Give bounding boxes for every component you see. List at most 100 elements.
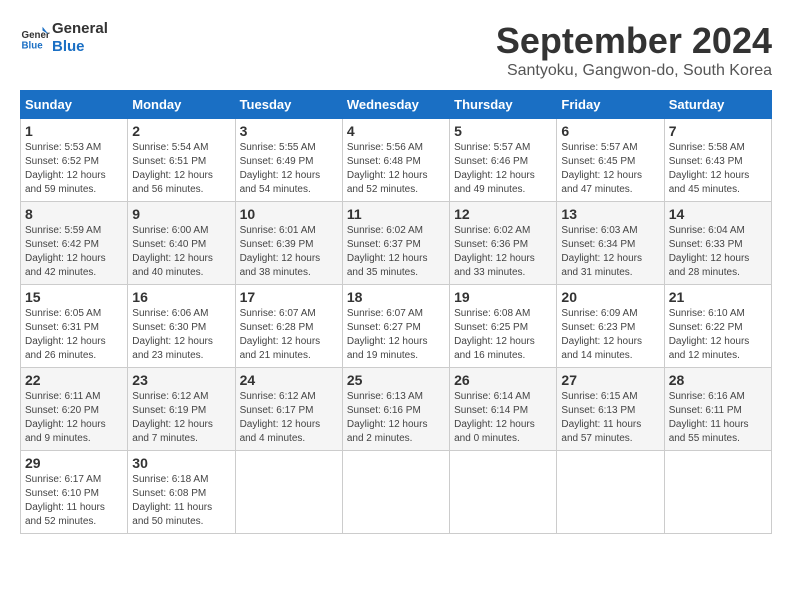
logo: General Blue General Blue: [20, 20, 108, 56]
daylight-label: Daylight: 12 hours and 40 minutes.: [132, 253, 213, 278]
calendar-day-13: 13 Sunrise: 6:03 AM Sunset: 6:34 PM Dayl…: [557, 202, 664, 285]
day-number: 18: [347, 289, 445, 305]
daylight-label: Daylight: 12 hours and 56 minutes.: [132, 170, 213, 195]
calendar-day-18: 18 Sunrise: 6:07 AM Sunset: 6:27 PM Dayl…: [342, 285, 449, 368]
logo-icon: General Blue: [20, 23, 50, 53]
day-info: Sunrise: 6:10 AM Sunset: 6:22 PM Dayligh…: [669, 307, 767, 363]
sunset-label: Sunset: 6:45 PM: [561, 156, 635, 167]
sunset-label: Sunset: 6:14 PM: [454, 405, 528, 416]
daylight-label: Daylight: 12 hours and 31 minutes.: [561, 253, 642, 278]
calendar-day-3: 3 Sunrise: 5:55 AM Sunset: 6:49 PM Dayli…: [235, 119, 342, 202]
sunrise-label: Sunrise: 6:05 AM: [25, 308, 101, 319]
sunrise-label: Sunrise: 6:00 AM: [132, 225, 208, 236]
day-number: 4: [347, 123, 445, 139]
calendar-day-25: 25 Sunrise: 6:13 AM Sunset: 6:16 PM Dayl…: [342, 368, 449, 451]
daylight-label: Daylight: 11 hours and 50 minutes.: [132, 502, 212, 527]
day-info: Sunrise: 6:08 AM Sunset: 6:25 PM Dayligh…: [454, 307, 552, 363]
sunrise-label: Sunrise: 6:07 AM: [347, 308, 423, 319]
day-number: 1: [25, 123, 123, 139]
day-info: Sunrise: 6:17 AM Sunset: 6:10 PM Dayligh…: [25, 473, 123, 529]
weekday-header-thursday: Thursday: [450, 91, 557, 119]
day-info: Sunrise: 6:01 AM Sunset: 6:39 PM Dayligh…: [240, 224, 338, 280]
month-title: September 2024: [496, 20, 772, 62]
calendar-day-23: 23 Sunrise: 6:12 AM Sunset: 6:19 PM Dayl…: [128, 368, 235, 451]
daylight-label: Daylight: 12 hours and 14 minutes.: [561, 336, 642, 361]
day-number: 9: [132, 206, 230, 222]
calendar-day-27: 27 Sunrise: 6:15 AM Sunset: 6:13 PM Dayl…: [557, 368, 664, 451]
day-number: 6: [561, 123, 659, 139]
day-info: Sunrise: 5:55 AM Sunset: 6:49 PM Dayligh…: [240, 141, 338, 197]
daylight-label: Daylight: 12 hours and 54 minutes.: [240, 170, 321, 195]
empty-cell: [235, 451, 342, 534]
calendar-day-9: 9 Sunrise: 6:00 AM Sunset: 6:40 PM Dayli…: [128, 202, 235, 285]
day-info: Sunrise: 5:56 AM Sunset: 6:48 PM Dayligh…: [347, 141, 445, 197]
calendar-day-6: 6 Sunrise: 5:57 AM Sunset: 6:45 PM Dayli…: [557, 119, 664, 202]
day-info: Sunrise: 6:03 AM Sunset: 6:34 PM Dayligh…: [561, 224, 659, 280]
daylight-label: Daylight: 12 hours and 7 minutes.: [132, 419, 213, 444]
sunrise-label: Sunrise: 6:17 AM: [25, 474, 101, 485]
day-number: 3: [240, 123, 338, 139]
daylight-label: Daylight: 12 hours and 4 minutes.: [240, 419, 321, 444]
day-info: Sunrise: 6:12 AM Sunset: 6:17 PM Dayligh…: [240, 390, 338, 446]
sunrise-label: Sunrise: 5:54 AM: [132, 142, 208, 153]
day-info: Sunrise: 6:02 AM Sunset: 6:37 PM Dayligh…: [347, 224, 445, 280]
calendar-day-24: 24 Sunrise: 6:12 AM Sunset: 6:17 PM Dayl…: [235, 368, 342, 451]
day-number: 15: [25, 289, 123, 305]
sunset-label: Sunset: 6:49 PM: [240, 156, 314, 167]
day-number: 28: [669, 372, 767, 388]
sunset-label: Sunset: 6:36 PM: [454, 239, 528, 250]
sunrise-label: Sunrise: 5:55 AM: [240, 142, 316, 153]
sunrise-label: Sunrise: 5:57 AM: [454, 142, 530, 153]
sunrise-label: Sunrise: 6:06 AM: [132, 308, 208, 319]
sunset-label: Sunset: 6:16 PM: [347, 405, 421, 416]
weekday-header-wednesday: Wednesday: [342, 91, 449, 119]
calendar-day-7: 7 Sunrise: 5:58 AM Sunset: 6:43 PM Dayli…: [664, 119, 771, 202]
sunrise-label: Sunrise: 6:15 AM: [561, 391, 637, 402]
empty-cell: [557, 451, 664, 534]
calendar-day-12: 12 Sunrise: 6:02 AM Sunset: 6:36 PM Dayl…: [450, 202, 557, 285]
sunset-label: Sunset: 6:08 PM: [132, 488, 206, 499]
sunrise-label: Sunrise: 6:03 AM: [561, 225, 637, 236]
daylight-label: Daylight: 11 hours and 52 minutes.: [25, 502, 105, 527]
calendar-day-29: 29 Sunrise: 6:17 AM Sunset: 6:10 PM Dayl…: [21, 451, 128, 534]
day-number: 21: [669, 289, 767, 305]
empty-cell: [450, 451, 557, 534]
calendar-day-21: 21 Sunrise: 6:10 AM Sunset: 6:22 PM Dayl…: [664, 285, 771, 368]
calendar-week-2: 8 Sunrise: 5:59 AM Sunset: 6:42 PM Dayli…: [21, 202, 772, 285]
calendar-day-26: 26 Sunrise: 6:14 AM Sunset: 6:14 PM Dayl…: [450, 368, 557, 451]
sunset-label: Sunset: 6:42 PM: [25, 239, 99, 250]
day-info: Sunrise: 6:18 AM Sunset: 6:08 PM Dayligh…: [132, 473, 230, 529]
daylight-label: Daylight: 12 hours and 16 minutes.: [454, 336, 535, 361]
sunrise-label: Sunrise: 6:01 AM: [240, 225, 316, 236]
weekday-header-row: SundayMondayTuesdayWednesdayThursdayFrid…: [21, 91, 772, 119]
day-info: Sunrise: 6:07 AM Sunset: 6:27 PM Dayligh…: [347, 307, 445, 363]
logo-text: General Blue: [52, 20, 108, 56]
day-number: 19: [454, 289, 552, 305]
daylight-label: Daylight: 12 hours and 2 minutes.: [347, 419, 428, 444]
weekday-header-monday: Monday: [128, 91, 235, 119]
calendar-week-4: 22 Sunrise: 6:11 AM Sunset: 6:20 PM Dayl…: [21, 368, 772, 451]
daylight-label: Daylight: 12 hours and 47 minutes.: [561, 170, 642, 195]
sunrise-label: Sunrise: 6:10 AM: [669, 308, 745, 319]
day-info: Sunrise: 6:06 AM Sunset: 6:30 PM Dayligh…: [132, 307, 230, 363]
day-info: Sunrise: 5:57 AM Sunset: 6:45 PM Dayligh…: [561, 141, 659, 197]
daylight-label: Daylight: 11 hours and 55 minutes.: [669, 419, 749, 444]
sunrise-label: Sunrise: 6:14 AM: [454, 391, 530, 402]
sunrise-label: Sunrise: 6:11 AM: [25, 391, 100, 402]
daylight-label: Daylight: 12 hours and 59 minutes.: [25, 170, 106, 195]
sunset-label: Sunset: 6:22 PM: [669, 322, 743, 333]
day-number: 2: [132, 123, 230, 139]
day-info: Sunrise: 6:13 AM Sunset: 6:16 PM Dayligh…: [347, 390, 445, 446]
calendar-body: 1 Sunrise: 5:53 AM Sunset: 6:52 PM Dayli…: [21, 119, 772, 534]
daylight-label: Daylight: 12 hours and 33 minutes.: [454, 253, 535, 278]
weekday-header-tuesday: Tuesday: [235, 91, 342, 119]
daylight-label: Daylight: 12 hours and 45 minutes.: [669, 170, 750, 195]
day-info: Sunrise: 5:57 AM Sunset: 6:46 PM Dayligh…: [454, 141, 552, 197]
day-info: Sunrise: 6:09 AM Sunset: 6:23 PM Dayligh…: [561, 307, 659, 363]
sunset-label: Sunset: 6:19 PM: [132, 405, 206, 416]
day-info: Sunrise: 5:53 AM Sunset: 6:52 PM Dayligh…: [25, 141, 123, 197]
daylight-label: Daylight: 12 hours and 38 minutes.: [240, 253, 321, 278]
day-info: Sunrise: 6:05 AM Sunset: 6:31 PM Dayligh…: [25, 307, 123, 363]
calendar-day-4: 4 Sunrise: 5:56 AM Sunset: 6:48 PM Dayli…: [342, 119, 449, 202]
weekday-header-friday: Friday: [557, 91, 664, 119]
